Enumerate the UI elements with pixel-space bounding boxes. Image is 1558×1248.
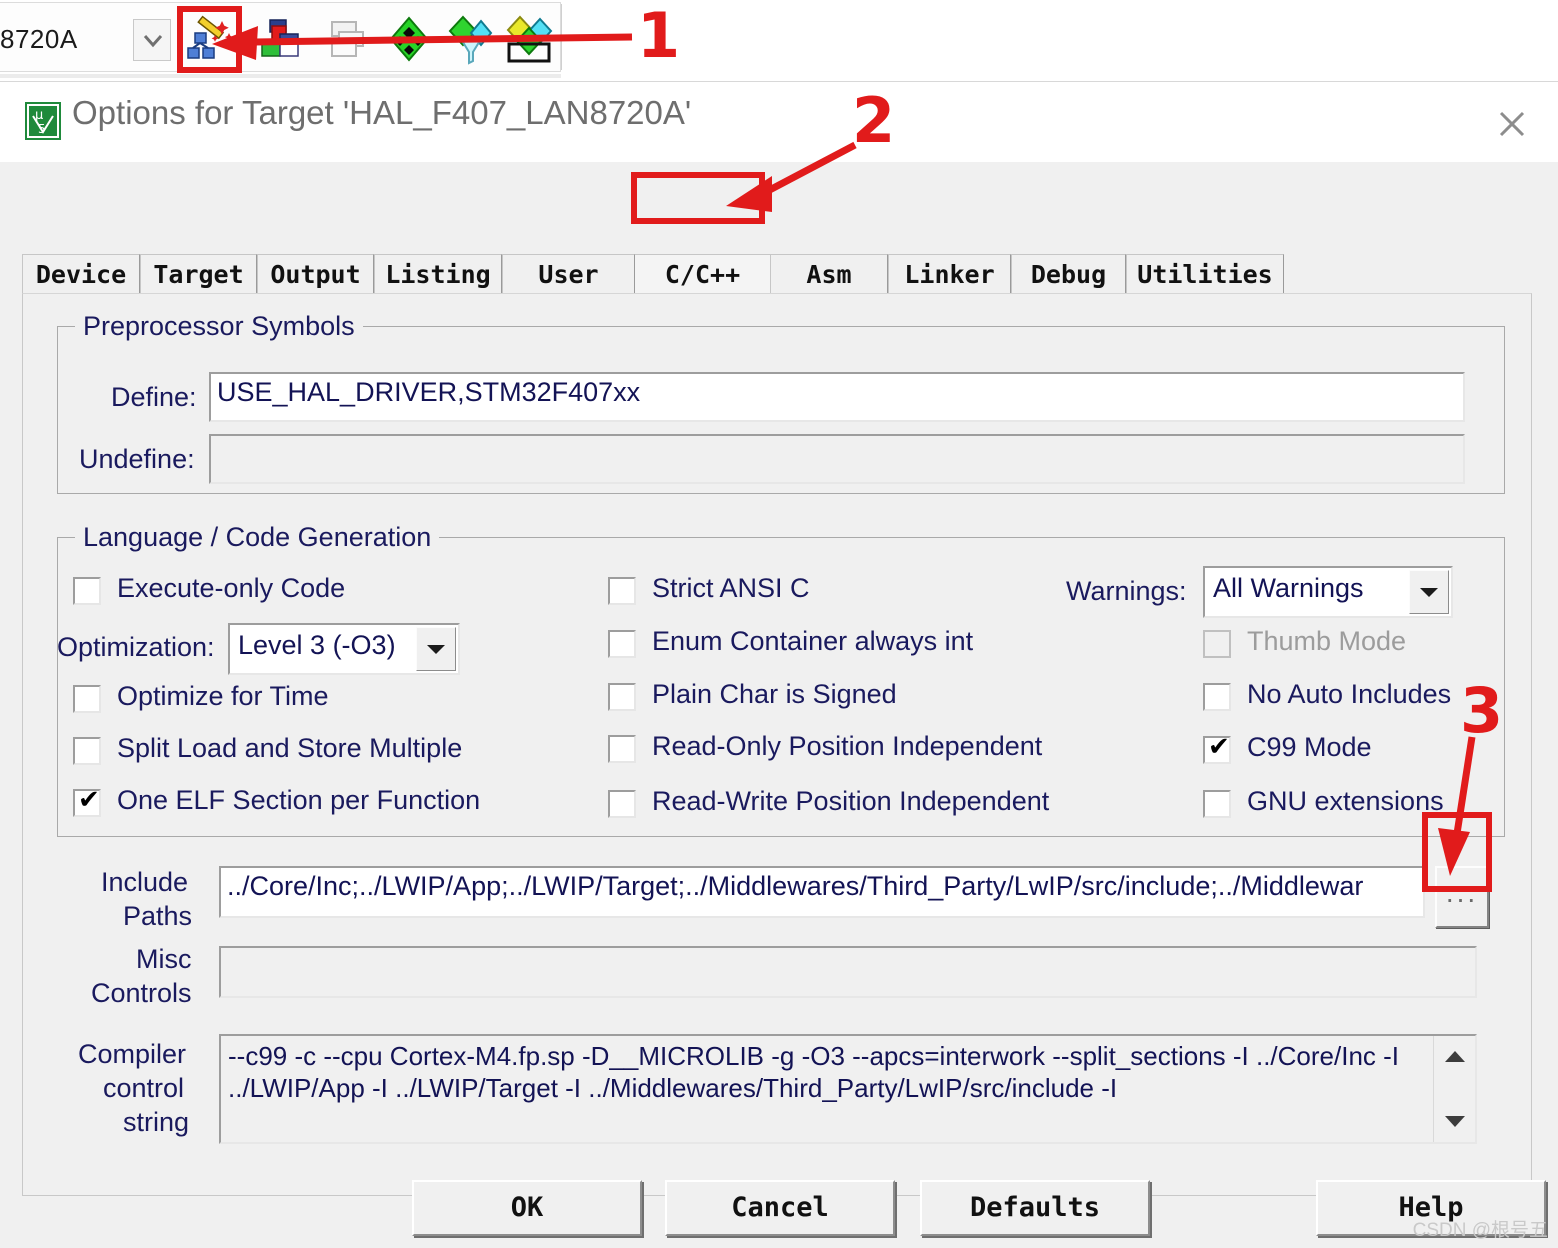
keil-toolbar: 8720A — [0, 0, 1558, 82]
watermark: CSDN @根号五 — [1412, 1220, 1548, 1241]
checkbox-label: C99 Mode — [1247, 732, 1372, 762]
optimization-dropdown-button[interactable] — [416, 627, 456, 671]
checkbox-box — [1203, 790, 1231, 818]
tab-output[interactable]: Output — [257, 254, 374, 294]
checkbox-label: Execute-only Code — [117, 573, 346, 603]
checkbox-box — [608, 577, 636, 605]
include-paths-label-line1: Include — [101, 867, 189, 897]
compiler-control-string-scrollbar[interactable] — [1433, 1036, 1475, 1142]
undefine-input[interactable] — [209, 434, 1465, 484]
checkbox-box: ✔ — [73, 785, 101, 817]
checkbox-box — [1203, 630, 1231, 658]
batch-build-icon[interactable] — [503, 14, 555, 66]
checkbox-box — [608, 683, 636, 711]
screenshot-root: 8720A μ 5 Options for Target 'HAL_F407_L… — [0, 0, 1558, 1248]
checkbox-box — [73, 685, 101, 713]
checkbox-label: Read-Only Position Independent — [652, 731, 1043, 761]
tab-device[interactable]: Device — [22, 254, 140, 294]
warnings-dropdown-button[interactable] — [1409, 570, 1449, 614]
annotation-number-1: 1 — [637, 0, 681, 72]
optimization-value: Level 3 (-O3) — [238, 630, 396, 660]
checkbox-box — [608, 630, 636, 658]
checkbox-label: Strict ANSI C — [652, 573, 810, 603]
tab-utilities[interactable]: Utilities — [1126, 254, 1284, 294]
checkbox-label: GNU extensions — [1247, 786, 1444, 816]
check-mark-icon: ✔ — [1208, 732, 1230, 762]
toolbar-shadow — [0, 74, 561, 78]
annotation-number-2: 2 — [852, 84, 896, 157]
checkbox-box — [73, 737, 101, 765]
dialog-titlebar: μ 5 Options for Target 'HAL_F407_LAN8720… — [0, 82, 1558, 162]
optimization-label: Optimization: — [57, 632, 215, 662]
annotation-highlight-3 — [1422, 812, 1492, 892]
include-paths-label-line2: Paths — [123, 901, 193, 931]
compiler-control-string-label-line2: control — [103, 1073, 185, 1103]
target-select-value[interactable]: 8720A — [0, 24, 78, 55]
tab-user[interactable]: User — [502, 254, 635, 294]
tab-target[interactable]: Target — [140, 254, 257, 294]
checkbox-box: ✔ — [1203, 732, 1231, 764]
multi-project-icon[interactable] — [383, 14, 435, 66]
preprocessor-symbols-legend: Preprocessor Symbols — [75, 311, 363, 342]
manage-run-time-environment-icon[interactable] — [256, 14, 308, 66]
target-select-dropdown-button[interactable] — [133, 19, 171, 61]
checkbox-label: Enum Container always int — [652, 626, 974, 656]
chevron-down-icon — [1420, 588, 1438, 597]
ok-button[interactable]: OK — [412, 1180, 642, 1236]
annotation-highlight-2 — [631, 172, 765, 224]
optimization-select[interactable]: Level 3 (-O3) — [228, 623, 460, 675]
cancel-button[interactable]: Cancel — [665, 1180, 895, 1236]
options-tabstrip: Device Target Output Listing User C/C++ … — [22, 254, 1532, 294]
keil-uvision5-icon: μ 5 — [25, 102, 61, 140]
tab-debug[interactable]: Debug — [1011, 254, 1126, 294]
compiler-control-string-label-line3: string — [123, 1107, 190, 1137]
warnings-value: All Warnings — [1213, 573, 1364, 603]
define-input[interactable]: USE_HAL_DRIVER,STM32F407xx — [209, 372, 1465, 422]
tab-listing[interactable]: Listing — [374, 254, 502, 294]
language-code-generation-legend: Language / Code Generation — [75, 522, 440, 553]
misc-controls-label-line2: Controls — [91, 978, 192, 1008]
chevron-down-icon — [427, 645, 445, 654]
options-for-target-dialog: μ 5 Options for Target 'HAL_F407_LAN8720… — [0, 82, 1558, 1248]
scroll-up-arrow-icon[interactable] — [1438, 1040, 1472, 1074]
misc-controls-label-line1: Misc — [136, 944, 192, 974]
checkbox-label: Split Load and Store Multiple — [117, 733, 463, 763]
misc-controls-input[interactable] — [219, 946, 1477, 998]
compiler-control-string-line1: --c99 -c --cpu Cortex-M4.fp.sp -D__MICRO… — [228, 1041, 1400, 1071]
checkbox-label: No Auto Includes — [1247, 679, 1452, 709]
defaults-button[interactable]: Defaults — [920, 1180, 1150, 1236]
c-cpp-tab-panel: Preprocessor Symbols Define: USE_HAL_DRI… — [22, 293, 1532, 1196]
toolbar-separator — [561, 4, 562, 70]
dialog-body: Device Target Output Listing User C/C++ … — [0, 162, 1558, 1248]
dialog-title: Options for Target 'HAL_F407_LAN8720A' — [72, 94, 692, 131]
compiler-control-string-label-line1: Compiler — [78, 1039, 187, 1069]
tab-linker[interactable]: Linker — [888, 254, 1011, 294]
checkbox-label: Read-Write Position Independent — [652, 786, 1050, 816]
compiler-control-string-textarea[interactable]: --c99 -c --cpu Cortex-M4.fp.sp -D__MICRO… — [219, 1034, 1477, 1144]
scroll-down-arrow-icon[interactable] — [1438, 1104, 1472, 1138]
warnings-label: Warnings: — [1066, 576, 1187, 606]
close-icon[interactable] — [1492, 104, 1532, 144]
checkbox-box — [73, 577, 101, 605]
define-label: Define: — [111, 382, 197, 412]
annotation-number-3: 3 — [1460, 674, 1504, 747]
undefine-label: Undefine: — [79, 444, 195, 474]
checkbox-label: Plain Char is Signed — [652, 679, 897, 709]
tab-c-cpp[interactable]: C/C++ — [635, 254, 771, 294]
check-mark-icon: ✔ — [78, 785, 100, 815]
checkbox-box — [608, 790, 636, 818]
checkbox-box — [1203, 683, 1231, 711]
include-paths-input[interactable]: ../Core/Inc;../LWIP/App;../LWIP/Target;.… — [219, 866, 1425, 918]
checkbox-label: Thumb Mode — [1247, 626, 1407, 656]
pack-installer-icon[interactable] — [443, 14, 495, 66]
compiler-control-string-line2: ../LWIP/App -I ../LWIP/Target -I ../Midd… — [228, 1073, 1118, 1103]
annotation-highlight-1 — [177, 6, 242, 73]
checkbox-box — [608, 735, 636, 763]
tab-asm[interactable]: Asm — [771, 254, 888, 294]
checkbox-label: Optimize for Time — [117, 681, 329, 711]
checkbox-label: One ELF Section per Function — [117, 785, 481, 815]
manage-project-items-icon[interactable] — [324, 14, 376, 66]
warnings-select[interactable]: All Warnings — [1203, 566, 1453, 618]
